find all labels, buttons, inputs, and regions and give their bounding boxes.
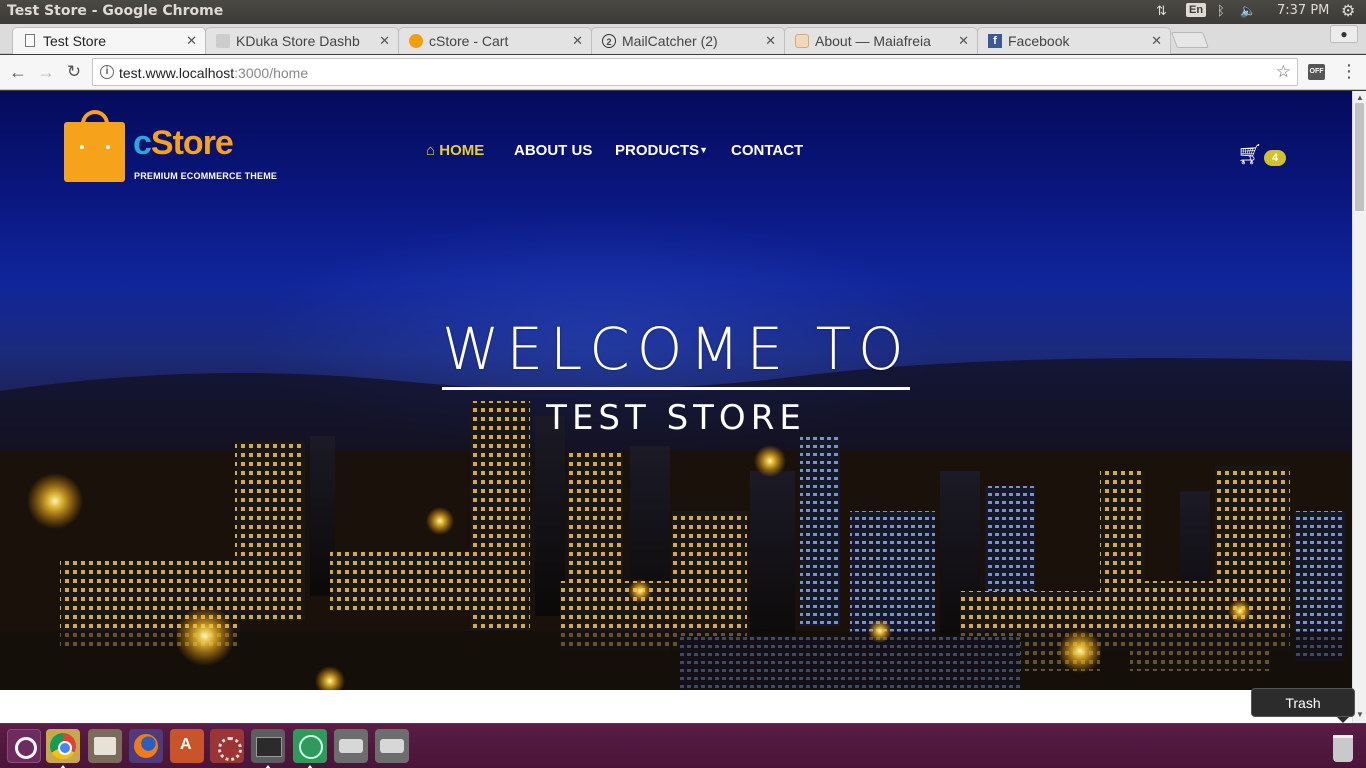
- bookmark-star-icon[interactable]: ☆: [1276, 62, 1291, 82]
- chrome-menu-icon[interactable]: ⋮: [1340, 61, 1358, 82]
- tab-mailcatcher[interactable]: 2 MailCatcher (2) ✕: [591, 27, 785, 54]
- cart-icon: 🛒︎: [1237, 144, 1263, 166]
- address-bar[interactable]: i test.www.localhost:3000/home ☆: [92, 58, 1298, 86]
- nav-products-label: PRODUCTS: [615, 142, 700, 159]
- url-text[interactable]: test.www.localhost:3000/home: [119, 65, 308, 81]
- atom-icon[interactable]: [293, 729, 327, 763]
- files-icon[interactable]: [88, 729, 122, 763]
- url-host: test.www.localhost: [119, 65, 235, 81]
- terminal-icon[interactable]: [251, 729, 285, 763]
- drive-icon[interactable]: [375, 729, 409, 763]
- ubuntu-top-panel: Test Store - Google Chrome ⇅ En ᛒ 🔈 7:37…: [0, 0, 1366, 24]
- profile-icon[interactable]: ●: [1330, 25, 1358, 43]
- nav-about-us[interactable]: ABOUT US: [514, 142, 592, 159]
- tab-title: Test Store: [43, 33, 107, 49]
- cart-count-badge: 4: [1264, 150, 1286, 166]
- page-scrollbar[interactable]: ▲ ▼: [1352, 91, 1366, 723]
- hero-banner: cStore PREMIUM ECOMMERCE THEME ⌂ HOME AB…: [0, 91, 1352, 690]
- extension-off-icon[interactable]: OFF: [1308, 64, 1325, 80]
- forward-arrow-icon[interactable]: →: [34, 60, 58, 84]
- bluetooth-icon[interactable]: ᛒ: [1217, 3, 1225, 18]
- logo-wordmark: cStore: [133, 124, 234, 163]
- chrome-icon[interactable]: [46, 729, 80, 763]
- close-icon[interactable]: ✕: [765, 33, 776, 49]
- drive-icon[interactable]: [334, 729, 368, 763]
- bag-hole: [80, 145, 84, 149]
- session-gear-icon[interactable]: ⚙: [1341, 1, 1355, 21]
- tab-kduka-dashboard[interactable]: KDuka Store Dashb ✕: [205, 27, 399, 54]
- mailcatcher-icon: 2: [602, 34, 616, 48]
- tab-title: Facebook: [1008, 33, 1070, 49]
- hero-subtitle: TEST STORE: [546, 398, 806, 438]
- software-center-icon[interactable]: [170, 729, 204, 763]
- bag-handle: [81, 110, 109, 134]
- close-icon[interactable]: ✕: [958, 33, 969, 49]
- new-tab-button[interactable]: [1171, 32, 1209, 48]
- document-icon: [25, 34, 35, 47]
- tab-facebook[interactable]: f Facebook ✕: [977, 27, 1171, 54]
- window-title: Test Store - Google Chrome: [7, 3, 224, 19]
- facebook-icon: f: [988, 34, 1002, 48]
- nav-contact[interactable]: CONTACT: [731, 142, 803, 159]
- caret-down-icon: ▼: [699, 145, 709, 155]
- hero-title: WELCOME TO: [442, 315, 911, 383]
- scroll-down-arrow-icon[interactable]: ▼: [1356, 710, 1364, 719]
- volume-icon[interactable]: 🔈: [1240, 3, 1256, 19]
- maiafreia-icon: [795, 34, 809, 48]
- tab-cstore-cart[interactable]: cStore - Cart ✕: [398, 27, 592, 54]
- ubuntu-dash-icon[interactable]: [7, 729, 41, 763]
- nav-home[interactable]: ⌂ HOME: [426, 142, 484, 159]
- page-viewport: cStore PREMIUM ECOMMERCE THEME ⌂ HOME AB…: [0, 91, 1352, 723]
- page-content-below-hero: [0, 690, 1352, 723]
- clock[interactable]: 7:37 PM: [1277, 3, 1329, 18]
- system-settings-icon[interactable]: [210, 729, 244, 763]
- home-icon: ⌂: [426, 142, 436, 159]
- logo-wordmark-rest: Store: [150, 124, 234, 162]
- close-icon[interactable]: ✕: [1151, 33, 1162, 49]
- tab-test-store[interactable]: Test Store ✕: [12, 27, 206, 54]
- firefox-icon[interactable]: [129, 729, 163, 763]
- logo-wordmark-c: c: [133, 124, 152, 162]
- kduka-icon: [216, 34, 230, 48]
- nav-products-dropdown[interactable]: PRODUCTS▼: [615, 142, 708, 159]
- unity-launcher: [0, 723, 1366, 768]
- cart-button[interactable]: 🛒︎ 4: [1237, 142, 1286, 167]
- close-icon[interactable]: ✕: [186, 33, 197, 49]
- url-path: :3000/home: [234, 65, 309, 81]
- nav-home-label: HOME: [439, 142, 485, 159]
- back-arrow-icon[interactable]: ←: [6, 60, 30, 84]
- network-icon[interactable]: ⇅: [1156, 3, 1167, 19]
- close-icon[interactable]: ✕: [572, 33, 583, 49]
- browser-toolbar: ← → ↻ i test.www.localhost:3000/home ☆ O…: [0, 55, 1366, 90]
- scroll-up-arrow-icon[interactable]: ▲: [1356, 93, 1364, 102]
- tab-title: About — Maiafreia: [815, 33, 931, 49]
- keyboard-layout-indicator[interactable]: En: [1186, 3, 1207, 17]
- cstore-icon: [409, 34, 423, 48]
- logo-tagline: PREMIUM ECOMMERCE THEME: [134, 171, 278, 181]
- tab-maiafreia[interactable]: About — Maiafreia ✕: [784, 27, 978, 54]
- tab-strip: Test Store ✕ KDuka Store Dashb ✕ cStore …: [0, 24, 1366, 54]
- tab-title: KDuka Store Dashb: [236, 33, 360, 49]
- tab-title: MailCatcher (2): [622, 33, 718, 49]
- trash-icon[interactable]: [1326, 729, 1360, 763]
- reload-icon[interactable]: ↻: [62, 60, 86, 84]
- bag-hole: [106, 145, 110, 149]
- hero-divider: [442, 387, 910, 390]
- close-icon[interactable]: ✕: [379, 33, 390, 49]
- trash-tooltip: Trash: [1251, 688, 1355, 723]
- site-info-icon[interactable]: i: [100, 65, 114, 79]
- tab-title: cStore - Cart: [429, 33, 509, 49]
- scrollbar-thumb[interactable]: [1355, 103, 1364, 211]
